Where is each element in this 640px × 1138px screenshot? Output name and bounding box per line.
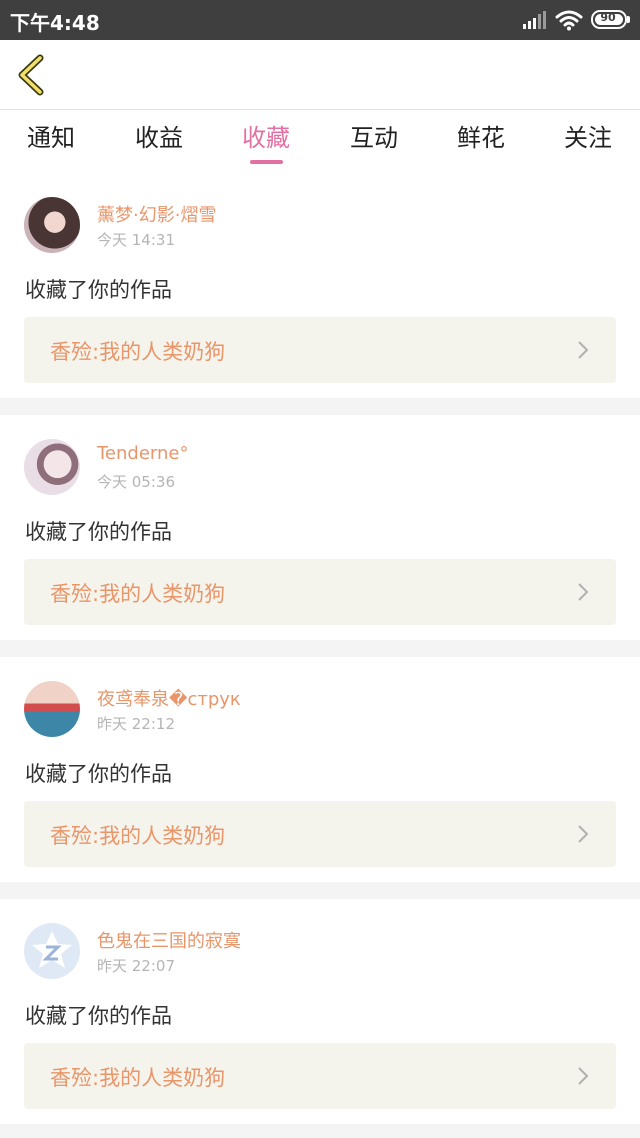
- work-title: 香殓:我的人类奶狗: [50, 582, 226, 606]
- divider: [0, 640, 640, 657]
- action-text: 收藏了你的作品: [25, 762, 172, 786]
- list-item: 薰梦·幻影·熠雪 今天 14:31 收藏了你的作品 香殓:我的人类奶狗: [0, 173, 640, 398]
- work-title: 香殓:我的人类奶狗: [50, 340, 226, 364]
- work-title: 香殓:我的人类奶狗: [50, 824, 226, 848]
- user-name[interactable]: 色鬼在三国的寂寞: [97, 927, 241, 953]
- avatar[interactable]: [24, 197, 80, 253]
- wifi-icon: [555, 10, 583, 31]
- action-text: 收藏了你的作品: [25, 1004, 172, 1028]
- work-title: 香殓:我的人类奶狗: [50, 1066, 226, 1090]
- tab-flowers[interactable]: 鲜花: [436, 121, 526, 167]
- tab-notifications[interactable]: 通知: [6, 121, 96, 167]
- divider: [0, 398, 640, 415]
- list-item: 色鬼在三国的寂寞 昨天 22:07 收藏了你的作品 香殓:我的人类奶狗: [0, 899, 640, 1124]
- chevron-right-icon: [578, 825, 589, 843]
- tab-following[interactable]: 关注: [543, 121, 633, 167]
- avatar[interactable]: [24, 681, 80, 737]
- user-name[interactable]: 夜鸢奉泉�струк: [97, 685, 241, 711]
- default-avatar-icon: [32, 931, 72, 968]
- work-link[interactable]: 香殓:我的人类奶狗: [24, 801, 616, 867]
- chevron-right-icon: [578, 341, 589, 359]
- tab-bar: 通知 收益 收藏 互动 鲜花 关注: [0, 111, 640, 173]
- work-link[interactable]: 香殓:我的人类奶狗: [24, 1043, 616, 1109]
- work-link[interactable]: 香殓:我的人类奶狗: [24, 317, 616, 383]
- action-text: 收藏了你的作品: [25, 520, 172, 544]
- battery-level: 90: [600, 11, 616, 24]
- favorites-feed: 薰梦·幻影·熠雪 今天 14:31 收藏了你的作品 香殓:我的人类奶狗 Tend…: [0, 173, 640, 1138]
- back-button[interactable]: [10, 52, 56, 98]
- battery-indicator: 90: [591, 10, 631, 29]
- list-item: 夜鸢奉泉�струк 昨天 22:12 收藏了你的作品 香殓:我的人类奶狗: [0, 657, 640, 882]
- timestamp: 昨天 22:12: [97, 715, 175, 733]
- tab-earnings[interactable]: 收益: [114, 121, 204, 167]
- status-bar: 下午4:48 90: [0, 0, 640, 40]
- status-time: 下午4:48: [10, 11, 100, 35]
- list-item: Tenderne° 今天 05:36 收藏了你的作品 香殓:我的人类奶狗: [0, 415, 640, 640]
- timestamp: 昨天 22:07: [97, 957, 175, 975]
- active-tab-indicator: [250, 160, 283, 164]
- timestamp: 今天 05:36: [97, 473, 175, 491]
- signal-icon: [523, 11, 546, 29]
- divider: [0, 882, 640, 899]
- tab-interactions[interactable]: 互动: [329, 121, 419, 167]
- timestamp: 今天 14:31: [97, 231, 175, 249]
- action-text: 收藏了你的作品: [25, 278, 172, 302]
- user-name[interactable]: Tenderne°: [97, 443, 189, 464]
- avatar[interactable]: [24, 439, 80, 495]
- chevron-right-icon: [578, 583, 589, 601]
- divider: [0, 1124, 640, 1138]
- avatar[interactable]: [24, 923, 80, 979]
- chevron-right-icon: [578, 1067, 589, 1085]
- user-name[interactable]: 薰梦·幻影·熠雪: [97, 201, 216, 227]
- work-link[interactable]: 香殓:我的人类奶狗: [24, 559, 616, 625]
- nav-bar: [0, 40, 640, 110]
